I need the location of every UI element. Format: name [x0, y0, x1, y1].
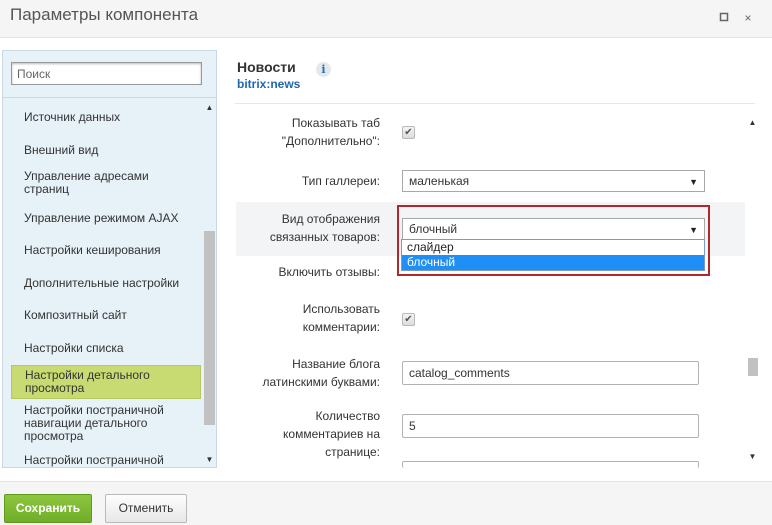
sidebar-list: Источник данных Внешний вид Управление а…: [3, 99, 203, 467]
blog-name-label: Название блога латинскими буквами:: [262, 357, 380, 389]
comments-count-label: Количество комментариев на странице:: [283, 409, 380, 459]
show-tab-checkbox[interactable]: ✔: [402, 126, 415, 139]
search-input[interactable]: [11, 62, 202, 85]
sidebar-scrollbar[interactable]: ▲ ▼: [203, 101, 216, 465]
sidebar-item-detail-view[interactable]: Настройки детального просмотра: [11, 365, 201, 399]
related-view-label: Вид отображения связанных товаров:: [269, 212, 380, 244]
reviews-label: Включить отзывы:: [278, 265, 380, 279]
info-icon[interactable]: i: [316, 62, 331, 77]
window-title: Параметры компонента: [10, 5, 199, 24]
sidebar-item-appearance[interactable]: Внешний вид: [11, 142, 201, 159]
component-code: bitrix:news: [237, 77, 301, 91]
sidebar-item-list-settings[interactable]: Настройки списка: [11, 340, 201, 357]
main-scroll-thumb[interactable]: [748, 358, 758, 376]
cancel-button[interactable]: Отменить: [105, 494, 187, 523]
chevron-down-icon: ▼: [689, 177, 698, 187]
scroll-up-icon[interactable]: ▲: [203, 103, 216, 113]
sidebar-item-composite[interactable]: Композитный сайт: [11, 307, 201, 324]
sidebar-item-data-source[interactable]: Источник данных: [11, 109, 201, 126]
comments-checkbox[interactable]: ✔: [402, 313, 415, 326]
header-divider: [235, 103, 755, 104]
sidebar-item-ajax[interactable]: Управление режимом AJAX: [11, 210, 201, 227]
close-icon[interactable]: ×: [740, 10, 756, 26]
sidebar-item-additional[interactable]: Дополнительные настройки: [11, 275, 201, 292]
sidebar-item-pagination[interactable]: Настройки постраничной: [11, 452, 201, 467]
blog-name-input[interactable]: [402, 361, 699, 385]
gallery-type-value: маленькая: [409, 174, 470, 188]
sidebar-scroll-thumb[interactable]: [204, 231, 215, 425]
maximize-icon[interactable]: [716, 10, 732, 26]
component-name: Новости: [237, 59, 296, 75]
comments-count-input[interactable]: [402, 414, 699, 438]
footer: Сохранить Отменить: [0, 481, 772, 525]
show-tab-label: Показывать таб "Дополнительно":: [281, 116, 380, 148]
save-button[interactable]: Сохранить: [4, 494, 92, 523]
scroll-down-icon[interactable]: ▼: [203, 455, 216, 465]
comments-label: Использовать комментарии:: [302, 302, 380, 334]
settings-panel: Новости i bitrix:news Показывать таб "До…: [227, 50, 772, 468]
sidebar-item-detail-pagination[interactable]: Настройки постраничной навигации детальн…: [11, 402, 201, 445]
sidebar-item-page-addresses[interactable]: Управление адресами страниц: [11, 168, 201, 198]
sidebar-divider: [3, 97, 216, 98]
gallery-type-label: Тип галлереи:: [301, 174, 380, 188]
scroll-down-icon[interactable]: ▼: [746, 452, 759, 462]
title-bar: Параметры компонента ×: [0, 0, 772, 38]
gallery-type-select[interactable]: маленькая ▼: [402, 170, 705, 192]
main-scrollbar[interactable]: ▲ ▼: [746, 118, 759, 464]
sidebar-item-caching[interactable]: Настройки кеширования: [11, 242, 201, 259]
next-field-input[interactable]: [402, 461, 699, 468]
scroll-up-icon[interactable]: ▲: [746, 118, 759, 128]
highlight-frame: [397, 205, 710, 276]
sidebar: Источник данных Внешний вид Управление а…: [2, 50, 217, 468]
